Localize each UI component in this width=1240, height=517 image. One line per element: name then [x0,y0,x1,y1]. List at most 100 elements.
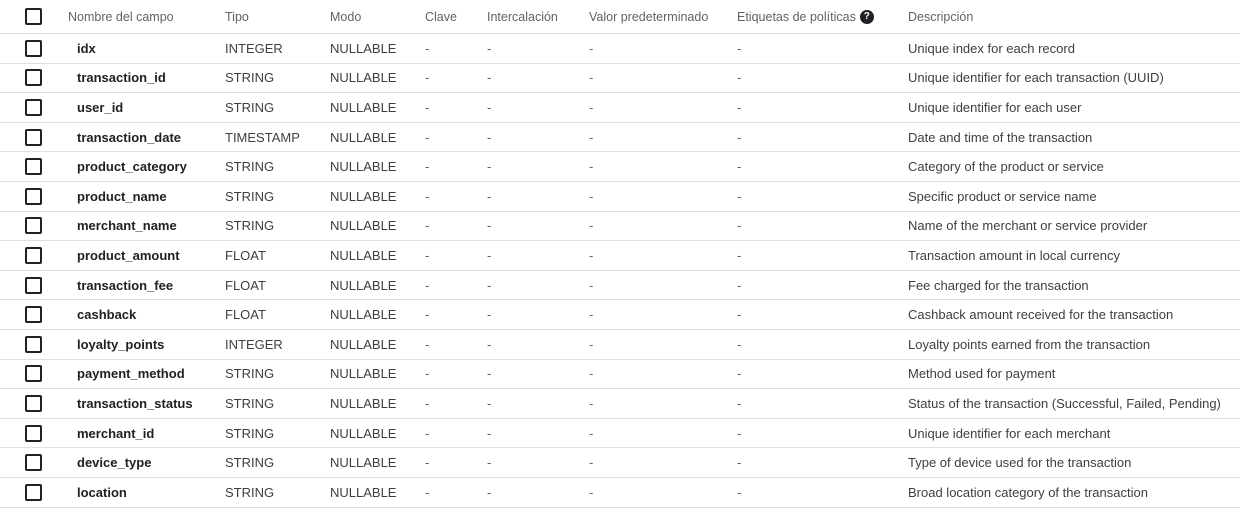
field-name[interactable]: idx [77,34,96,63]
row-checkbox[interactable] [25,158,42,176]
field-type: STRING [225,70,275,86]
row-checkbox[interactable] [25,394,42,412]
table-row[interactable]: transaction_fee FLOAT NULLABLE - - - - Fee char… [0,271,1240,301]
field-name[interactable]: merchant_name [77,212,177,241]
table-row[interactable]: merchant_id STRING NULLABLE - - - - Unique iden… [0,419,1240,449]
field-name[interactable]: transaction_date [77,123,181,152]
table-row[interactable]: idx INTEGER NULLABLE - - - - Unique index for e… [0,34,1240,64]
field-key: - [425,218,430,234]
row-checkbox-cell [25,419,42,448]
field-default-value: - [589,277,594,293]
field-key: - [425,395,430,411]
field-collation: - [487,277,492,293]
row-checkbox[interactable] [25,424,42,442]
field-type: STRING [225,218,275,234]
field-name[interactable]: payment_method [77,360,185,389]
field-policy-tags: - [737,484,742,500]
field-mode: NULLABLE [330,247,397,263]
table-row[interactable]: user_id STRING NULLABLE - - - - Unique identifi… [0,93,1240,123]
row-checkbox[interactable] [25,335,42,353]
field-default-value: - [589,218,594,234]
field-default-value: - [589,395,594,411]
field-mode: NULLABLE [330,484,397,500]
column-header-description[interactable]: Descripción [908,0,973,33]
field-name[interactable]: user_id [77,93,123,122]
row-checkbox[interactable] [25,69,42,87]
field-name[interactable]: product_name [77,182,167,211]
help-icon[interactable]: ? [859,9,874,24]
field-name[interactable]: product_amount [77,241,180,270]
row-checkbox[interactable] [25,128,42,146]
field-policy-tags: - [737,336,742,352]
row-checkbox[interactable] [25,483,42,501]
field-name[interactable]: loyalty_points [77,330,164,359]
field-mode: NULLABLE [330,70,397,86]
field-name[interactable]: product_category [77,152,187,181]
field-type: TIMESTAMP [225,129,300,145]
field-description: Status of the transaction (Successful, F… [908,395,1221,411]
row-checkbox-cell [25,330,42,359]
field-name[interactable]: transaction_id [77,64,166,93]
field-description: Fee charged for the transaction [908,277,1089,293]
field-key: - [425,307,430,323]
field-default-value: - [589,129,594,145]
field-mode: NULLABLE [330,425,397,441]
table-row[interactable]: product_category STRING NULLABLE - - - - Catego… [0,152,1240,182]
field-collation: - [487,484,492,500]
field-name[interactable]: transaction_fee [77,271,173,300]
field-default-value: - [589,247,594,263]
field-key: - [425,277,430,293]
row-checkbox-cell [25,93,42,122]
row-checkbox-cell [25,389,42,418]
column-header-policy-tags-label[interactable]: Etiquetas de políticas [737,10,856,24]
field-description: Type of device used for the transaction [908,455,1132,471]
field-default-value: - [589,484,594,500]
table-row[interactable]: loyalty_points INTEGER NULLABLE - - - - Loyalty… [0,330,1240,360]
column-header-mode[interactable]: Modo [330,0,361,33]
table-row[interactable]: location STRING NULLABLE - - - - Broad location… [0,478,1240,508]
table-row[interactable]: merchant_name STRING NULLABLE - - - - Name of t… [0,212,1240,242]
table-row[interactable]: transaction_id STRING NULLABLE - - - - Unique i… [0,64,1240,94]
column-header-type[interactable]: Tipo [225,0,249,33]
table-row[interactable]: transaction_status STRING NULLABLE - - - - Stat… [0,389,1240,419]
table-row[interactable]: payment_method STRING NULLABLE - - - - Method u… [0,360,1240,390]
row-checkbox[interactable] [25,246,42,264]
row-checkbox[interactable] [25,306,42,324]
field-policy-tags: - [737,188,742,204]
column-header-field-name[interactable]: Nombre del campo [68,0,174,33]
table-body: idx INTEGER NULLABLE - - - - Unique index for e… [0,34,1240,508]
row-checkbox[interactable] [25,454,42,472]
column-header-default-value[interactable]: Valor predeterminado [589,0,708,33]
field-policy-tags: - [737,218,742,234]
field-name[interactable]: cashback [77,300,136,329]
table-row[interactable]: cashback FLOAT NULLABLE - - - - Cashback amount… [0,300,1240,330]
table-row[interactable]: product_name STRING NULLABLE - - - - Specific p… [0,182,1240,212]
field-type: STRING [225,455,275,471]
field-collation: - [487,40,492,56]
field-default-value: - [589,40,594,56]
row-checkbox[interactable] [25,187,42,205]
field-name[interactable]: device_type [77,448,151,477]
field-mode: NULLABLE [330,99,397,115]
header-checkbox-cell [25,0,42,33]
row-checkbox[interactable] [25,98,42,116]
field-type: FLOAT [225,247,266,263]
row-checkbox[interactable] [25,217,42,235]
field-policy-tags: - [737,40,742,56]
field-key: - [425,455,430,471]
column-header-collation[interactable]: Intercalación [487,0,558,33]
field-name[interactable]: location [77,478,127,507]
field-mode: NULLABLE [330,395,397,411]
table-row[interactable]: device_type STRING NULLABLE - - - - Type of dev… [0,448,1240,478]
table-row[interactable]: transaction_date TIMESTAMP NULLABLE - - - - Dat… [0,123,1240,153]
column-header-key[interactable]: Clave [425,0,457,33]
row-checkbox[interactable] [25,276,42,294]
field-name[interactable]: merchant_id [77,419,154,448]
field-name[interactable]: transaction_status [77,389,193,418]
table-row[interactable]: product_amount FLOAT NULLABLE - - - - Transacti… [0,241,1240,271]
field-default-value: - [589,307,594,323]
select-all-checkbox[interactable] [25,8,42,25]
row-checkbox[interactable] [25,39,42,57]
row-checkbox[interactable] [25,365,42,383]
field-mode: NULLABLE [330,277,397,293]
